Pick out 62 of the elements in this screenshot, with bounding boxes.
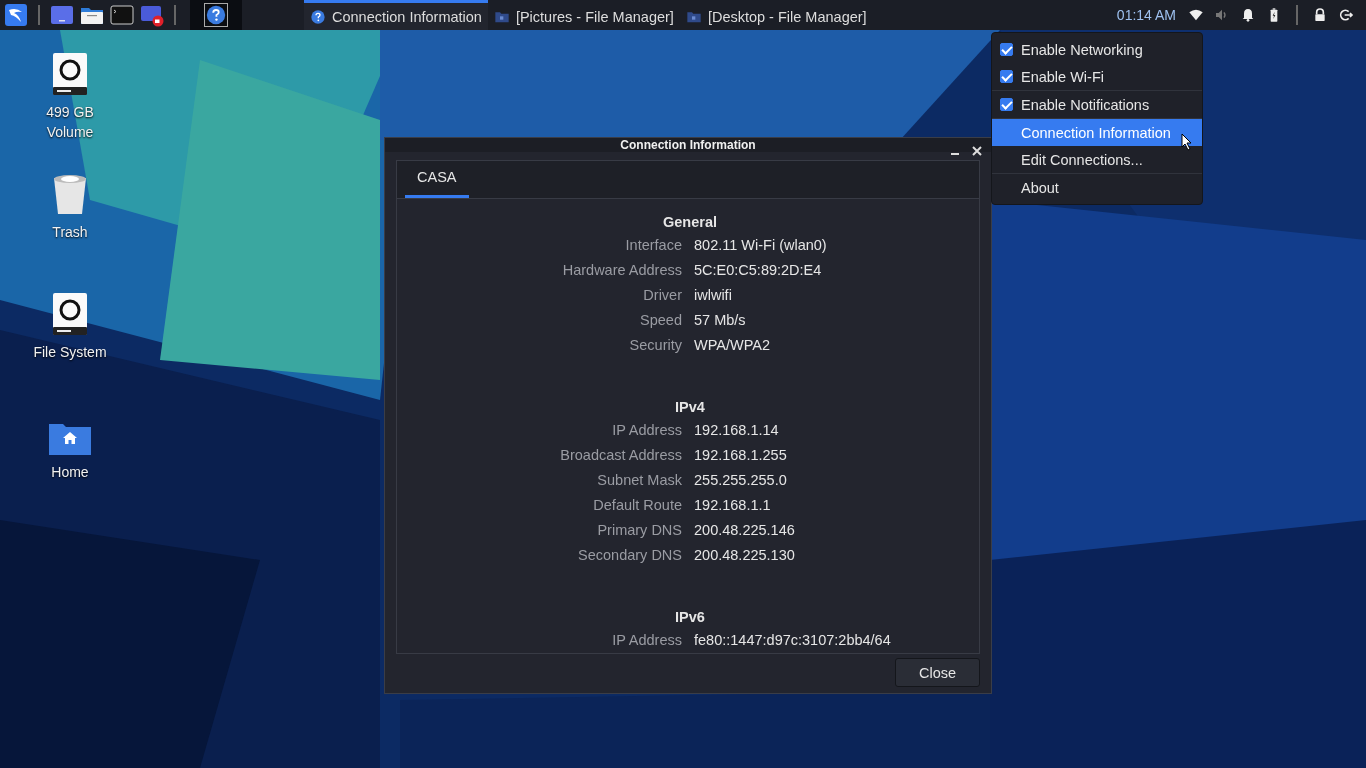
mouse-cursor-icon <box>1181 133 1193 151</box>
section-heading: IPv4 <box>674 398 706 417</box>
field-value: iwlwifi <box>694 286 732 305</box>
icon-label: Home <box>50 463 90 482</box>
field-label: Interface <box>624 236 683 255</box>
field-value: 255.255.255.0 <box>694 471 787 490</box>
menu-item[interactable]: Enable Networking <box>992 36 1202 63</box>
field-value: fe80::1447:d97c:3107:2bb4/64 <box>694 631 891 650</box>
workspace-switcher[interactable] <box>190 0 242 30</box>
dragon-logo-icon[interactable] <box>4 3 28 27</box>
field-label: Speed <box>639 311 683 330</box>
field-value: 200.48.225.146 <box>694 521 795 540</box>
close-button[interactable]: Close <box>895 658 980 687</box>
lock-icon[interactable] <box>1312 7 1328 23</box>
bell-icon[interactable] <box>1240 7 1256 23</box>
field-label: Driver <box>642 286 683 305</box>
help-icon <box>204 3 228 27</box>
taskbar-button[interactable]: Connection Information <box>304 0 488 30</box>
field-label: Subnet Mask <box>596 471 683 490</box>
window-title: Connection Information <box>620 138 756 152</box>
logout-icon[interactable] <box>1338 7 1354 23</box>
icon-label: Trash <box>51 223 89 242</box>
checkbox[interactable] <box>1000 43 1013 56</box>
clock[interactable]: 01:14 AM <box>1116 7 1176 23</box>
field-value: 5C:E0:C5:89:2D:E4 <box>694 261 822 280</box>
checkbox[interactable] <box>1000 98 1013 111</box>
field-value: 57 Mb/s <box>694 311 746 330</box>
menu-item[interactable]: Connection Information <box>992 119 1202 146</box>
checkbox[interactable] <box>1000 70 1013 83</box>
field-value: 192.168.1.14 <box>694 421 779 440</box>
help-icon <box>310 8 326 25</box>
field-label: Secondary DNS <box>577 546 683 565</box>
wifi-icon[interactable] <box>1188 7 1204 23</box>
section-heading: General <box>662 213 718 232</box>
field-label: IP Address <box>611 421 683 440</box>
field-value: 192.168.1.255 <box>694 446 787 465</box>
taskbar-button[interactable]: [Desktop - File Manager] <box>679 0 873 30</box>
field-label: IP Address <box>611 631 683 650</box>
icon-label: 499 GB Volume <box>45 103 95 142</box>
taskbar-button[interactable]: [Pictures - File Manager] <box>487 0 680 30</box>
field-label: Default Route <box>592 496 683 515</box>
desktop-icon[interactable] <box>50 3 74 27</box>
field-value: 200.48.225.130 <box>694 546 795 565</box>
menu-item[interactable]: Enable Notifications <box>992 91 1202 118</box>
field-label: Security <box>628 336 683 355</box>
field-value: 802.11 Wi-Fi (wlan0) <box>694 236 827 255</box>
drive-icon <box>52 292 88 336</box>
section-heading: IPv6 <box>674 608 706 627</box>
field-value: WPA/WPA2 <box>694 336 770 355</box>
field-label: Hardware Address <box>561 261 683 280</box>
menu-item[interactable]: Edit Connections... <box>992 146 1202 173</box>
field-value: 192.168.1.1 <box>694 496 771 515</box>
close-icon[interactable] <box>971 145 983 157</box>
menu-item[interactable]: About <box>992 174 1202 201</box>
drive-icon <box>52 52 88 96</box>
trash-bin-icon <box>52 172 88 216</box>
field-label: Primary DNS <box>596 521 683 540</box>
terminal-icon[interactable] <box>110 3 134 27</box>
icon-label: File System <box>32 343 108 362</box>
screen-recorder-icon[interactable] <box>140 3 164 27</box>
menu-item[interactable]: Enable Wi-Fi <box>992 63 1202 90</box>
field-label: Broadcast Address <box>559 446 683 465</box>
